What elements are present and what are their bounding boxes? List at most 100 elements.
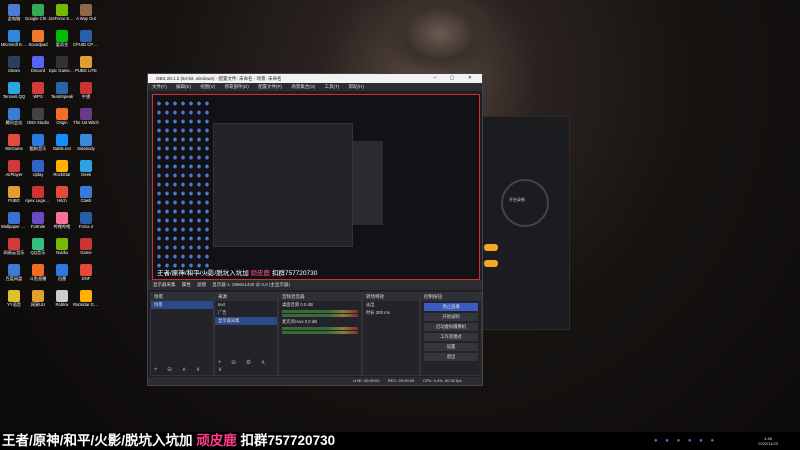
desktop-icon[interactable]: Game [73, 238, 99, 255]
stop-streaming-button[interactable]: 停止直播 [424, 303, 478, 311]
orange-tag[interactable] [484, 260, 498, 267]
desktop-icon[interactable]: Uplay [25, 160, 51, 177]
scenes-toolbar[interactable]: + ⊖ ∧ ∨ [154, 366, 204, 373]
desktop-icon[interactable]: A Way Out [73, 4, 99, 21]
desktop-icon[interactable]: 哔哩哔哩 [49, 212, 75, 229]
desktop-icon[interactable]: Geek [73, 160, 99, 177]
volume-meter[interactable] [282, 331, 358, 334]
desktop-icon[interactable]: Clash [73, 186, 99, 203]
menu-file[interactable]: 文件(F) [152, 84, 167, 89]
desktop-icon[interactable]: Google Chrome [25, 4, 51, 21]
desktop-icon[interactable]: Fortnite [25, 212, 51, 229]
menu-scene-collection[interactable]: 场景集合(S) [291, 84, 315, 89]
desktop-icon[interactable]: PUBG [1, 186, 27, 203]
source-item[interactable]: text [215, 301, 277, 309]
desktop-icon-label: 腾讯会议 [5, 120, 23, 125]
app-icon [56, 82, 68, 94]
record-ring[interactable] [501, 179, 549, 227]
studio-mode-button[interactable]: 工作室模式 [424, 333, 478, 341]
desktop-icon[interactable]: OBS Studio [25, 108, 51, 125]
desktop-icon[interactable]: RockStar [49, 160, 75, 177]
desktop-icon[interactable]: AirPlayer [1, 160, 27, 177]
preview-canvas[interactable]: 王者/原神/和平/火影/脱坑入坑加 顽皮鹿 扣群757720730 [152, 94, 480, 280]
desktop-icon[interactable]: GeForce Experience [49, 4, 75, 21]
desktop-icon[interactable]: Discord [25, 56, 51, 73]
tray-clock[interactable]: 4:56 2022/11/23 [758, 436, 778, 446]
desktop-icon[interactable]: Tencent QQ [1, 82, 27, 99]
scene-item[interactable]: 场景 [151, 301, 213, 309]
desktop-icon[interactable]: WPS [25, 82, 51, 99]
desktop-icon[interactable]: 爱奇艺 [49, 30, 75, 47]
desktop-icon[interactable]: 腾讯会议 [1, 108, 27, 125]
desktop-icon[interactable]: 网易UU [25, 290, 51, 307]
desktop-icon[interactable]: Roblox [49, 290, 75, 307]
desktop-icon[interactable]: 斗鱼直播 [25, 264, 51, 281]
desktop-icon-label: Clash [80, 198, 92, 203]
desktop-icon[interactable]: 网易云音乐 [1, 238, 27, 255]
desktop-icon[interactable]: Forza 4 [73, 212, 99, 229]
settings-button[interactable]: 设置 [424, 343, 478, 351]
volume-meter[interactable] [282, 314, 358, 317]
sources-toolbar[interactable]: + ⊖ ⚙ ∧ ∨ [218, 359, 277, 373]
exit-button[interactable]: 退出 [424, 353, 478, 361]
transition-duration[interactable]: 时长 300 ms [363, 309, 419, 317]
menu-view[interactable]: 视图(V) [200, 84, 215, 89]
window-controls[interactable]: – ▢ ✕ [434, 74, 478, 83]
volume-meter[interactable] [282, 310, 358, 313]
desktop-icon-label: Sidebody [77, 146, 95, 151]
desktop-icon[interactable]: Sidebody [73, 134, 99, 151]
menu-profile[interactable]: 配置文件(P) [258, 84, 282, 89]
desktop-icon[interactable]: PUBG LITE [73, 56, 99, 73]
record-ring-label: 开启录制 [509, 197, 525, 202]
desktop-icon[interactable]: The 1st Witch [73, 108, 99, 125]
desktop-icon[interactable]: YY语音 [1, 290, 27, 307]
desktop-icon-label: WeGame [5, 146, 23, 151]
desktop-icon[interactable]: 迅雷 [49, 264, 75, 281]
desktop-icon[interactable]: CPUID CPU-Z [73, 30, 99, 47]
desktop-icon[interactable]: 此电脑 [1, 4, 27, 21]
desktop-icon[interactable]: Nvidia [49, 238, 75, 255]
filters-button[interactable]: 滤镜 [197, 282, 206, 287]
orange-tag[interactable] [484, 244, 498, 251]
desktop-icon[interactable]: Apex Legends [25, 186, 51, 203]
desktop-icon[interactable]: 酷狗音乐 [25, 134, 51, 151]
mixer-channel-mic: 麦克风/Aux 0.0 dB [279, 318, 361, 326]
desktop-icon[interactable]: QQ音乐 [25, 238, 51, 255]
desktop-icon-label: Battle.net [53, 146, 71, 151]
obs-statusbar: LIVE: 00:00:00 REC: 00:00:00 CPU: 0.4%, … [148, 377, 482, 385]
desktop-icon[interactable]: 中望 [73, 82, 99, 99]
menu-tools[interactable]: 工具(T) [325, 84, 340, 89]
desktop-icon[interactable]: Rockstar Games [73, 290, 99, 307]
desktop-icon[interactable]: Soundpad [25, 30, 51, 47]
desktop-icon-label: PUBG [8, 198, 20, 203]
duration-value: 300 ms [375, 310, 390, 315]
display-select[interactable]: 显示器 1: 2560x1440 @ 0,0 (主显示器) [212, 282, 290, 287]
transition-type[interactable]: 淡出 [363, 301, 419, 309]
volume-meter[interactable] [282, 327, 358, 330]
desktop-icon[interactable]: Epic Games Launcher [49, 56, 75, 73]
desktop-icon[interactable]: Steam [1, 56, 27, 73]
desktop-icon-label: Apex Legends [25, 198, 51, 203]
desktop-icon[interactable]: Battle.net [49, 134, 75, 151]
desktop-icon[interactable]: TeamSpeak [49, 82, 75, 99]
app-icon [80, 186, 92, 198]
tray-icons[interactable]: ● ● ● ● ● ● [654, 438, 717, 444]
desktop-icon[interactable]: DNF [73, 264, 99, 281]
cpu-fps: CPU: 0.4%, 60.00 fps [423, 378, 462, 383]
desktop-icon[interactable]: Origin [49, 108, 75, 125]
start-recording-button[interactable]: 开始录制 [424, 313, 478, 321]
sources-header: 来源 [215, 293, 277, 301]
menu-docks[interactable]: 停靠部件(D) [225, 84, 249, 89]
channel-db: 0.0 dB [300, 302, 313, 307]
source-item[interactable]: 显示器采集 [215, 317, 277, 325]
desktop-icon[interactable]: Hitch [49, 186, 75, 203]
menu-edit[interactable]: 编辑(E) [176, 84, 191, 89]
source-item[interactable]: 广告 [215, 309, 277, 317]
virtual-camera-button[interactable]: 启动虚拟摄像机 [424, 323, 478, 331]
desktop-icon[interactable]: WeGame [1, 134, 27, 151]
desktop-icon[interactable]: 百度网盘 [1, 264, 27, 281]
desktop-icon[interactable]: Wallpaper Engine [1, 212, 27, 229]
properties-button[interactable]: 属性 [182, 282, 191, 287]
desktop-icon[interactable]: Microsoft Edge [1, 30, 27, 47]
menu-help[interactable]: 帮助(H) [349, 84, 364, 89]
